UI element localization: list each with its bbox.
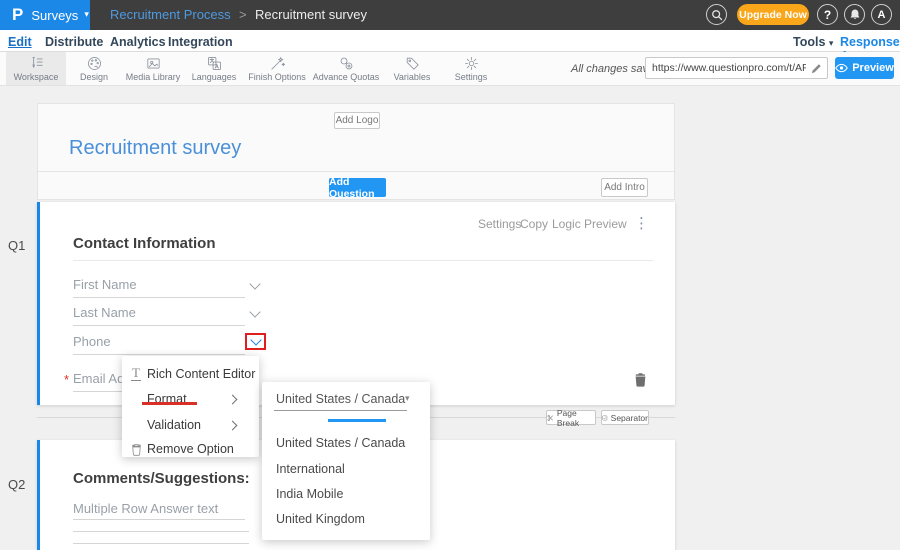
question-number-q2: Q2 [8, 477, 25, 492]
avatar: A [878, 9, 886, 21]
toolbar-item-variables[interactable]: Variables [382, 52, 442, 85]
breadcrumb-current: Recruitment survey [255, 0, 367, 30]
variables-icon [403, 55, 422, 72]
select-focus-indicator [328, 419, 386, 422]
account-button[interactable]: A [871, 4, 892, 25]
add-question-button[interactable]: Add Question [329, 178, 386, 197]
preview-button[interactable]: Preview [835, 57, 894, 79]
field-first-name[interactable]: First Name [73, 277, 137, 292]
search-button[interactable] [706, 4, 727, 25]
select-caret-icon: ▾ [405, 394, 410, 404]
menu-item-rich-content-editor[interactable]: T Rich Content Editor [122, 363, 259, 387]
survey-url-field[interactable]: https://www.questionpro.com/t/APNrFZ [645, 57, 828, 79]
toolbar-item-workspace[interactable]: Workspace [6, 52, 66, 85]
format-option-united-kingdom[interactable]: United Kingdom [276, 512, 365, 526]
menu-item-format[interactable]: Format [122, 388, 259, 412]
format-option-india-mobile[interactable]: India Mobile [276, 487, 343, 501]
surveys-menu[interactable]: P Surveys ▾ [0, 0, 90, 30]
text-format-icon: T [131, 366, 141, 381]
q1-copy-link[interactable]: Copy [520, 217, 548, 231]
tab-edit[interactable]: Edit [8, 35, 32, 49]
bell-icon [849, 8, 861, 21]
q1-settings-link[interactable]: Settings [478, 217, 521, 231]
survey-url-value: https://www.questionpro.com/t/APNrFZ [646, 62, 806, 74]
help-icon: ? [824, 8, 831, 22]
menu-item-validation[interactable]: Validation [122, 414, 259, 438]
settings-icon [462, 55, 481, 72]
chevron-down-icon: ▾ [84, 10, 89, 20]
phone-dropdown-icon[interactable] [250, 334, 261, 345]
add-logo-button[interactable]: Add Logo [334, 112, 380, 129]
media-library-icon [144, 55, 163, 72]
menu-item-remove-option[interactable]: Remove Option [122, 438, 259, 462]
q1-title[interactable]: Contact Information [73, 235, 216, 252]
edit-url-icon[interactable] [811, 63, 822, 74]
toolbar-item-finish-options[interactable]: Finish Options [244, 52, 310, 85]
tab-integration[interactable]: Integration [168, 35, 233, 49]
survey-header-card: Add Logo Recruitment survey Add Question… [37, 103, 675, 200]
finish-options-icon [268, 55, 287, 72]
tools-label: Tools [793, 35, 825, 49]
required-asterisk: * [64, 372, 69, 387]
format-submenu: United States / Canada ▾ United States /… [262, 382, 430, 540]
top-bar: P Surveys ▾ Recruitment Process > Recrui… [0, 0, 900, 30]
q1-preview-link[interactable]: Preview [584, 217, 627, 231]
separator-button[interactable]: Separator [601, 410, 649, 425]
separator-icon [602, 414, 608, 422]
field-last-name[interactable]: Last Name [73, 305, 136, 320]
trash-icon [131, 443, 142, 456]
notifications-button[interactable] [844, 4, 865, 25]
page-break-button[interactable]: Page Break [546, 410, 596, 425]
surveys-menu-label: Surveys [31, 8, 78, 23]
header-divider [38, 171, 674, 172]
format-option-us-canada[interactable]: United States / Canada [276, 436, 405, 450]
format-option-international[interactable]: International [276, 462, 345, 476]
delete-row-trash-icon[interactable] [634, 372, 647, 387]
survey-editor-screen: P Surveys ▾ Recruitment Process > Recrui… [0, 0, 900, 550]
field-phone[interactable]: Phone [73, 334, 111, 349]
tab-distribute[interactable]: Distribute [45, 35, 103, 49]
tab-analytics[interactable]: Analytics [110, 35, 166, 49]
q1-title-divider [73, 260, 653, 261]
toolbar-item-design[interactable]: Design [66, 52, 122, 85]
chevron-down-icon: ▾ [829, 39, 834, 49]
annotation-highlight-box [245, 333, 266, 350]
upgrade-now-button[interactable]: Upgrade Now [737, 4, 809, 25]
submenu-arrow-icon [228, 421, 238, 431]
survey-title[interactable]: Recruitment survey [69, 137, 241, 160]
workspace-icon [27, 55, 46, 72]
more-options-icon[interactable]: ⋮ [634, 214, 649, 232]
toolbar-item-settings[interactable]: Settings [442, 52, 500, 85]
questionpro-logo-icon: P [12, 5, 23, 25]
q2-title[interactable]: Comments/Suggestions: [73, 470, 250, 487]
search-icon [711, 9, 723, 21]
tools-menu[interactable]: Tools ▾ [793, 35, 833, 49]
advance-quotas-icon [337, 55, 356, 72]
help-button[interactable]: ? [817, 4, 838, 25]
submenu-arrow-icon [228, 395, 238, 405]
add-intro-button[interactable]: Add Intro [601, 178, 648, 197]
upgrade-now-label: Upgrade Now [739, 9, 807, 21]
option-context-menu: T Rich Content Editor Format Validation … [122, 356, 259, 457]
select-underline [274, 410, 407, 411]
scissors-icon [547, 414, 554, 422]
preview-label: Preview [852, 62, 894, 74]
design-icon [85, 55, 104, 72]
format-select[interactable]: United States / Canada [276, 392, 405, 406]
eye-icon [835, 63, 848, 73]
breadcrumb-parent[interactable]: Recruitment Process [110, 0, 231, 30]
annotation-underline [142, 402, 197, 405]
toolbar-item-languages[interactable]: Languages [184, 52, 244, 85]
first-name-dropdown-icon[interactable] [249, 278, 260, 289]
last-name-dropdown-icon[interactable] [249, 306, 260, 317]
languages-icon [205, 55, 224, 72]
breadcrumb-separator: > [239, 0, 247, 30]
q1-logic-link[interactable]: Logic [552, 217, 581, 231]
toolbar-item-media-library[interactable]: Media Library [122, 52, 184, 85]
q2-answer-placeholder[interactable]: Multiple Row Answer text [73, 501, 218, 516]
toolbar-item-advance-quotas[interactable]: Advance Quotas [310, 52, 382, 85]
question-number-q1: Q1 [8, 238, 25, 253]
